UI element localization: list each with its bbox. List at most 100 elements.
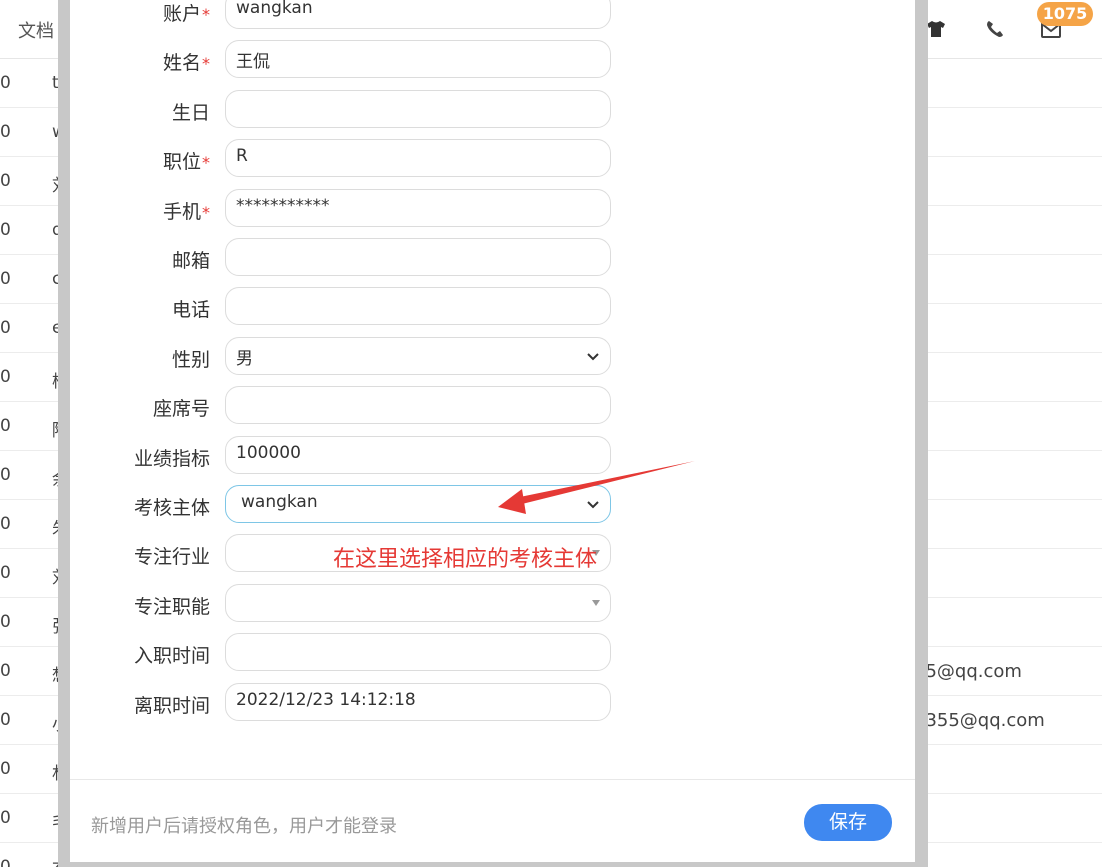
name-label: 姓名* <box>163 48 210 75</box>
label-text: 离职时间 <box>133 694 210 717</box>
label-text: 性别 <box>171 348 210 371</box>
label-text: 专注行业 <box>133 546 210 569</box>
field-value: *********** <box>236 195 330 216</box>
table-cell: 0 <box>0 759 11 779</box>
form-row-seat-number: 座席号 <box>70 386 915 426</box>
label-text: 生日 <box>171 101 210 124</box>
label-text: 入职时间 <box>133 645 210 668</box>
caret-down-icon <box>592 599 600 606</box>
notification-badge: 1075 <box>1037 2 1093 26</box>
field-value: wangkan <box>241 492 318 512</box>
table-cell: 0 <box>0 73 11 93</box>
gender-select[interactable]: 男 <box>225 336 611 375</box>
field-value: 100000 <box>236 442 301 463</box>
form-row-account: 账户* wangkan <box>70 0 915 31</box>
gender-label: 性别 <box>172 345 210 372</box>
table-cell: 0 <box>0 514 11 534</box>
field-value: 男 <box>236 348 253 369</box>
label-text: 账户 <box>162 3 201 25</box>
save-button[interactable]: 保存 <box>804 804 892 841</box>
mobile-input[interactable]: *********** <box>225 188 611 227</box>
mobile-label: 手机* <box>163 197 210 224</box>
email-input[interactable] <box>225 238 611 276</box>
function-focus-label: 专注职能 <box>134 592 210 619</box>
label-text: 手机 <box>162 200 201 223</box>
user-edit-modal: 账户* wangkan 姓名* 王侃 生日 职位* R 手机* *********** 邮箱 电话性… <box>70 0 915 862</box>
required-mark: * <box>202 202 210 222</box>
form-row-position: 职位* R <box>70 139 915 179</box>
table-cell: 0 <box>0 220 11 240</box>
performance-target-label: 业绩指标 <box>134 444 210 471</box>
label-text: 职位 <box>162 151 201 174</box>
label-text: 专注职能 <box>133 595 210 618</box>
leave-date-label: 离职时间 <box>134 691 210 718</box>
assessment-subject-label: 考核主体 <box>134 493 210 520</box>
footer-note: 新增用户后请授权角色，用户才能登录 <box>91 816 397 837</box>
label-text: 业绩指标 <box>133 447 210 470</box>
label-text: 座席号 <box>152 398 210 421</box>
hire-date-input[interactable] <box>225 633 611 672</box>
chevron-down-icon <box>587 353 599 361</box>
field-value: wangkan <box>236 0 313 18</box>
table-cell: 0 <box>0 122 11 142</box>
field-value: 王侃 <box>236 52 270 73</box>
table-cell: 0 <box>0 661 11 681</box>
position-label: 职位* <box>163 147 210 174</box>
phone-input[interactable] <box>225 287 611 326</box>
table-cell: 0 <box>0 857 11 867</box>
name-input[interactable]: 王侃 <box>225 40 611 79</box>
annotation-text: 在这里选择相应的考核主体 <box>333 547 598 572</box>
modal-footer: 新增用户后请授权角色，用户才能登录 保存 <box>70 779 915 862</box>
table-cell: 0 <box>0 367 11 387</box>
table-cell: 0 <box>0 563 11 583</box>
chevron-down-icon <box>587 501 599 509</box>
table-cell: 0 <box>0 808 11 828</box>
account-label: 账户* <box>163 0 210 26</box>
industry-focus-label: 专注行业 <box>134 542 210 569</box>
label-text: 考核主体 <box>133 497 210 519</box>
table-cell: 7355@qq.com <box>914 710 1045 731</box>
form-row-phone: 电话 <box>70 287 915 327</box>
leave-date-input[interactable]: 2022/12/23 14:12:18 <box>225 682 611 721</box>
table-cell: 0 <box>0 269 11 289</box>
birthday-input[interactable] <box>225 89 611 128</box>
form-row-email: 邮箱 <box>70 238 915 278</box>
phone-label: 电话 <box>172 295 210 322</box>
table-cell: 25@qq.com <box>914 661 1022 682</box>
assessment-subject-select[interactable]: wangkan <box>225 485 611 523</box>
shirt-icon[interactable] <box>925 18 947 40</box>
account-input[interactable]: wangkan <box>225 0 611 29</box>
doc-nav-label[interactable]: 文档 <box>18 17 54 43</box>
required-mark: * <box>202 153 210 173</box>
birthday-label: 生日 <box>172 98 210 125</box>
form-row-assessment-subject: 考核主体 wangkan <box>70 485 915 525</box>
table-cell: 0 <box>0 171 11 191</box>
form-row-leave-date: 离职时间 2022/12/23 14:12:18 <box>70 682 915 723</box>
email-label: 邮箱 <box>172 246 210 273</box>
form-row-gender: 性别 男 <box>70 336 915 377</box>
required-mark: * <box>202 54 210 74</box>
table-cell: 0 <box>0 612 11 632</box>
required-mark: * <box>202 5 210 24</box>
field-value: 2022/12/23 14:12:18 <box>236 689 416 710</box>
form-row-mobile: 手机* *********** <box>70 188 915 229</box>
label-text: 邮箱 <box>171 250 210 272</box>
seat-number-label: 座席号 <box>153 394 210 421</box>
form-row-hire-date: 入职时间 <box>70 633 915 673</box>
table-cell: 0 <box>0 710 11 730</box>
form-row-birthday: 生日 <box>70 89 915 130</box>
phone-icon[interactable] <box>984 18 1006 40</box>
position-input[interactable]: R <box>225 139 611 178</box>
field-value: R <box>236 146 248 167</box>
performance-target-input[interactable]: 100000 <box>225 435 611 474</box>
form-row-function-focus: 专注职能 <box>70 583 915 624</box>
label-text: 电话 <box>171 299 210 322</box>
function-focus-select[interactable] <box>225 583 611 622</box>
table-cell: 0 <box>0 318 11 338</box>
hire-date-label: 入职时间 <box>134 641 210 668</box>
form-row-name: 姓名* 王侃 <box>70 40 915 80</box>
table-cell: 0 <box>0 465 11 485</box>
form-row-performance-target: 业绩指标 100000 <box>70 435 915 476</box>
seat-number-input[interactable] <box>225 386 611 425</box>
table-cell: 0 <box>0 416 11 436</box>
